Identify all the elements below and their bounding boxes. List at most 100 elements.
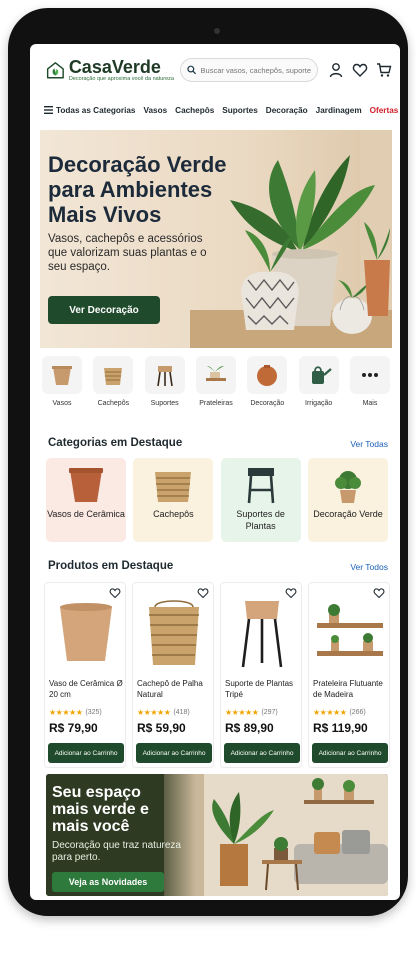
rating-stars: ★★★★★ (313, 708, 347, 717)
user-icon[interactable] (328, 62, 344, 78)
quick-cat-label: Cachepôs (97, 400, 130, 407)
screen: CasaVerde Decoração que aproxima você da… (30, 44, 400, 900)
quick-cat-label: Irrigação (305, 400, 333, 407)
category-card-label: Suportes de Plantas (236, 509, 285, 531)
product-card[interactable]: Vaso de Cerâmica Ø 20 cm ★★★★★ (325) R$ 7… (44, 582, 126, 768)
search-input[interactable] (200, 65, 311, 75)
product-name: Cachepô de Palha Natural (137, 679, 203, 699)
add-to-cart-button[interactable]: Adicionar ao Carrinho (136, 743, 212, 763)
ceramic-vase-image (69, 468, 103, 502)
promo-cta-button[interactable]: Veja as Novidades (52, 872, 164, 892)
add-to-cart-button[interactable]: Adicionar ao Carrinho (224, 743, 300, 763)
search-bar[interactable] (180, 58, 318, 82)
product-image (225, 597, 299, 669)
header-actions (328, 62, 392, 78)
watering-can-icon (311, 366, 332, 384)
quick-cat-label: Vasos (52, 400, 72, 407)
product-card[interactable]: Cachepô de Palha Natural ★★★★★ (418) R$ 5… (132, 582, 214, 768)
quick-cat-label: Mais (362, 400, 378, 407)
hero-title: Decoração Verde para Ambientes Mais Vivo… (48, 152, 227, 227)
product-rating: ★★★★★ (266) (313, 708, 366, 717)
product-name: Vaso de Cerâmica Ø 20 cm (49, 679, 123, 699)
quick-cat-vasos[interactable]: Vasos (40, 356, 84, 414)
product-card[interactable]: Prateleira Flutuante de Madeira ★★★★★ (26… (308, 582, 390, 768)
hero-cta-button[interactable]: Ver Decoração (48, 296, 160, 324)
category-card-vasos-ceramica[interactable]: Vasos de Cerâmica (46, 458, 126, 542)
rating-stars: ★★★★★ (225, 708, 259, 717)
hero-banner: Decoração Verde para Ambientes Mais Vivo… (40, 130, 392, 348)
product-rating: ★★★★★ (325) (49, 708, 102, 717)
featured-categories-title: Categorias em Destaque (48, 437, 183, 449)
add-to-cart-button[interactable]: Adicionar ao Carrinho (312, 743, 388, 763)
nav-all-categories-label: Todas as Categorias (56, 105, 136, 115)
quick-cat-irrigacao[interactable]: Irrigação (297, 356, 341, 414)
category-card-cachepos[interactable]: Cachepôs (133, 458, 214, 542)
house-leaf-logo-icon[interactable] (46, 53, 65, 87)
category-card-label: Cachepôs (153, 509, 194, 519)
quick-categories: Vasos Cachepôs Suportes Prateleiras Deco… (40, 356, 392, 414)
quick-cat-label: Suportes (150, 400, 179, 407)
living-room-image (164, 774, 388, 896)
plant-stand-image (247, 468, 274, 504)
review-count: (297) (261, 709, 278, 716)
category-card-decoracao-verde[interactable]: Decoração Verde (307, 458, 388, 542)
nav-item-suportes[interactable]: Suportes (222, 106, 258, 115)
nav-all-categories[interactable]: Todas as Categorias (44, 106, 135, 115)
rating-stars: ★★★★★ (49, 708, 83, 717)
featured-products-title: Produtos em Destaque (48, 560, 174, 572)
search-icon (187, 65, 197, 75)
heart-icon[interactable] (352, 62, 368, 78)
product-rating: ★★★★★ (418) (137, 708, 190, 717)
more-icon (361, 373, 378, 377)
nav-item-vasos[interactable]: Vasos (143, 106, 167, 115)
quick-cat-prateleiras[interactable]: Prateleiras (194, 356, 238, 414)
promo-title: Seu espaço mais verde e mais você (52, 784, 149, 835)
category-card-suportes[interactable]: Suportes de Plantas (220, 458, 301, 542)
see-all-categories-link[interactable]: Ver Todas (350, 439, 388, 449)
product-name: Prateleira Flutuante de Madeira (313, 679, 383, 699)
see-all-products-link[interactable]: Ver Todos (350, 562, 388, 572)
category-card-label: Vasos de Cerâmica (47, 509, 125, 519)
review-count: (325) (85, 709, 102, 716)
brand-tagline: Decoração que aproxima você da natureza (68, 76, 174, 82)
category-nav: Todas as Categorias Vasos Cachepôs Supor… (30, 100, 400, 120)
basket-image (155, 472, 192, 502)
product-rating: ★★★★★ (297) (225, 708, 278, 717)
header: CasaVerde Decoração que aproxima você da… (30, 44, 400, 96)
quick-cat-mais[interactable]: Mais (348, 356, 392, 414)
quick-cat-label: Decoração (250, 400, 285, 407)
hero-subtitle: Vasos, cachepôs e acessórios que valoriz… (48, 233, 207, 273)
camera (214, 28, 220, 34)
quick-cat-suportes[interactable]: Suportes (143, 356, 187, 414)
brand[interactable]: CasaVerde Decoração que aproxima você da… (69, 58, 174, 82)
nav-item-ofertas[interactable]: Ofertas (370, 106, 399, 115)
review-count: (418) (173, 709, 190, 716)
phone-frame: CasaVerde Decoração que aproxima você da… (8, 8, 408, 916)
basket-icon (104, 368, 123, 385)
product-image (137, 597, 211, 669)
promo-banner: Seu espaço mais verde e mais você Decora… (46, 774, 388, 896)
shelf-icon (205, 366, 226, 381)
product-image (313, 597, 387, 669)
quick-cat-label: Prateleiras (199, 400, 233, 407)
cart-icon[interactable] (376, 62, 392, 78)
promo-subtitle: Decoração que traz natureza para perto. (52, 840, 181, 863)
product-price: R$ 59,90 (137, 721, 186, 735)
add-to-cart-button[interactable]: Adicionar ao Carrinho (48, 743, 124, 763)
product-card[interactable]: Suporte de Plantas Tripé ★★★★★ (297) R$ 8… (220, 582, 302, 768)
rating-stars: ★★★★★ (137, 708, 171, 717)
featured-categories: Vasos de Cerâmica Cachepôs Suportes de P… (46, 458, 388, 542)
nav-item-decoracao[interactable]: Decoração (266, 106, 308, 115)
deco-vase-icon (257, 365, 278, 386)
review-count: (266) (349, 709, 366, 716)
nav-item-jardinagem[interactable]: Jardinagem (316, 106, 362, 115)
product-price: R$ 79,90 (49, 721, 98, 735)
product-price: R$ 119,90 (313, 721, 368, 735)
menu-icon (44, 106, 53, 114)
nav-item-cachepos[interactable]: Cachepôs (175, 106, 214, 115)
quick-cat-cachepos[interactable]: Cachepôs (91, 356, 135, 414)
potted-plant-image (334, 471, 361, 503)
quick-cat-decoracao[interactable]: Decoração (245, 356, 289, 414)
stand-icon (156, 366, 173, 387)
featured-products: Vaso de Cerâmica Ø 20 cm ★★★★★ (325) R$ 7… (44, 582, 390, 768)
